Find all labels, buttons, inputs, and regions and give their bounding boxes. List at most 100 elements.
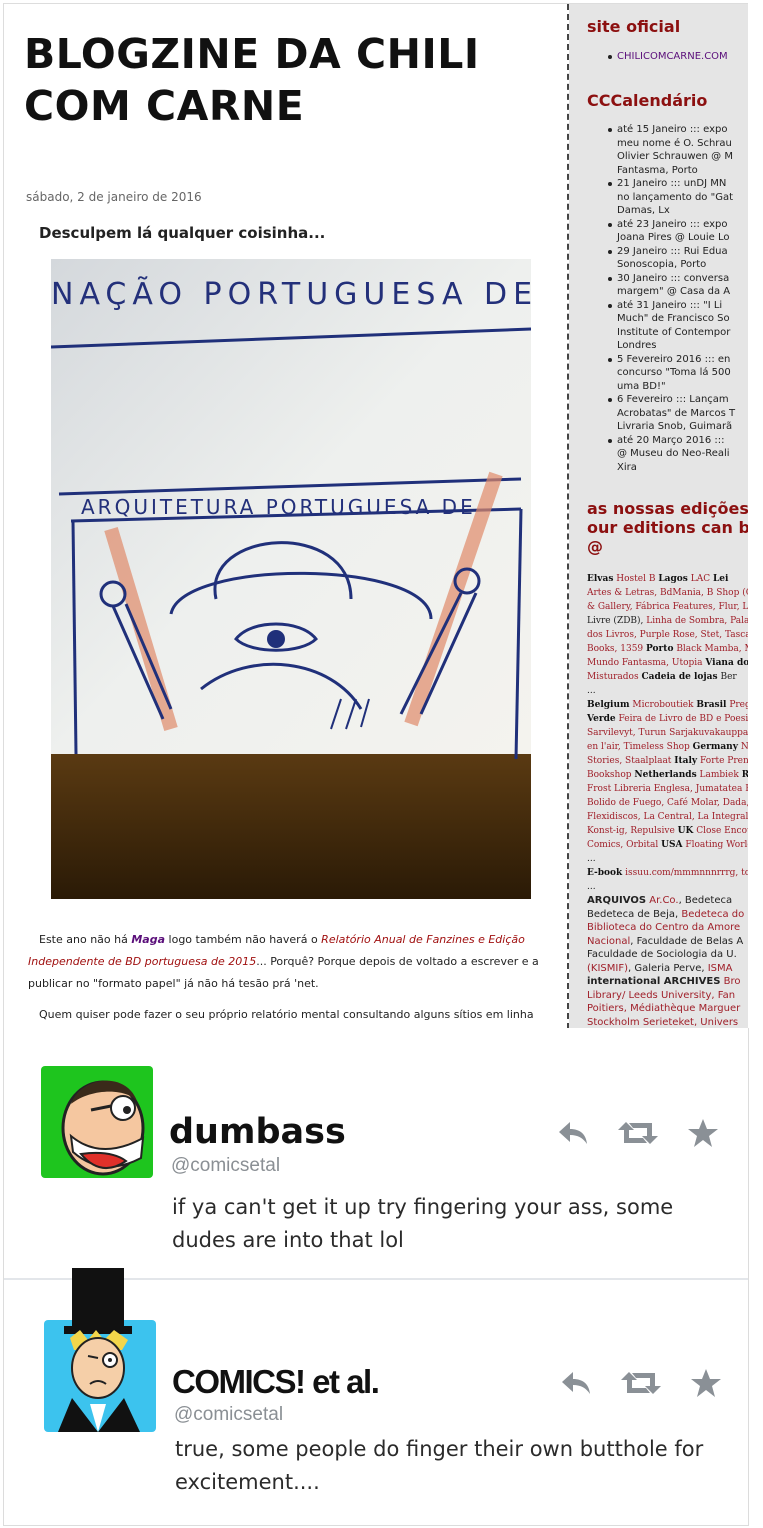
calendar-item[interactable]: 29 Janeiro ::: Rui Edua Sonoscopia, Porto (608, 245, 748, 272)
venue-link[interactable]: Lambiek (697, 770, 742, 780)
shop-line: Bookshop Netherlands Lambiek Ron (587, 768, 748, 782)
calendar-item[interactable]: 30 Janeiro ::: conversa margem" @ Casa da… (608, 272, 748, 299)
archive-line: Faculdade de Sociologia da U. (587, 948, 748, 962)
venue-link[interactable]: Artes & Letras, BdMania, B Shop (CC (587, 588, 748, 598)
reply-icon[interactable] (560, 1370, 592, 1396)
plain-text: Ber (717, 672, 737, 682)
plain-text: , Faculdade de Belas A (630, 935, 744, 947)
retweet-icon[interactable] (620, 1370, 662, 1396)
venue-link[interactable]: Prego (726, 700, 748, 710)
venue-link[interactable]: Feira de Livro de BD e Poesia (616, 714, 748, 724)
blog-screenshot: BLOGZINE DA CHILI COM CARNE sábado, 2 de… (3, 3, 748, 1029)
venue-link[interactable]: en l'air, Timeless Shop (587, 742, 693, 752)
region-label: USA (661, 840, 683, 850)
user-handle[interactable]: @comicsetal (174, 1404, 283, 1426)
region-label: Belgium (587, 700, 630, 710)
venue-link[interactable]: Forte Prenes (697, 756, 748, 766)
plain-text: ... (587, 854, 596, 864)
venue-link[interactable]: Books, 1359 (587, 644, 646, 654)
star-icon[interactable] (687, 1118, 719, 1148)
venue-link[interactable]: Konst-ig, Repulsive (587, 826, 678, 836)
venue-link[interactable]: Bookshop (587, 770, 634, 780)
site-oficial-heading: site oficial (587, 17, 681, 36)
calendar-item[interactable]: 5 Fevereiro 2016 ::: en concurso "Toma lá… (608, 353, 748, 394)
calendar-item[interactable]: até 31 Janeiro ::: "I Li Much" de Francis… (608, 299, 748, 353)
retweet-icon[interactable] (617, 1120, 659, 1146)
calendar-item[interactable]: até 15 Janeiro ::: expo meu nome é O. Sch… (608, 123, 748, 177)
post-title[interactable]: Desculpem lá qualquer coisinha... (39, 224, 325, 242)
venue-link[interactable]: Close Encou (693, 826, 748, 836)
reply-icon[interactable] (557, 1120, 589, 1146)
venue-link[interactable]: Ar.Co. (646, 895, 678, 906)
venue-link[interactable]: Nacional (587, 936, 630, 947)
venue-link[interactable]: Bedeteca do (681, 909, 744, 920)
star-icon[interactable] (690, 1368, 722, 1398)
tweet-2: COMICS! et al. @comicsetal true, some pe… (4, 1268, 748, 1525)
tweet-thread: dumbass @comicsetal if ya can't get it u… (3, 1028, 749, 1526)
region-label: Lagos (658, 574, 688, 584)
calendar-item[interactable]: até 23 Janeiro ::: expo Joana Pires @ Lou… (608, 218, 748, 245)
avatar[interactable] (41, 1066, 153, 1178)
tweet-actions (560, 1368, 722, 1398)
venue-link[interactable]: Microboutiek (630, 700, 697, 710)
venue-link[interactable]: (KISMIF) (587, 963, 628, 974)
calendar-item[interactable]: 21 Janeiro ::: unDJ MN no lançamento do "… (608, 177, 748, 218)
shop-line: Artes & Letras, BdMania, B Shop (CC (587, 586, 748, 600)
calendar-item[interactable]: até 20 Março 2016 ::: @ Museu do Neo-Real… (608, 434, 748, 475)
venue-link[interactable]: Misturados (587, 672, 641, 682)
archive-line: international ARCHIVES Bro (587, 975, 748, 989)
shop-line: en l'air, Timeless Shop Germany Ne (587, 740, 748, 754)
region-label: E-book (587, 868, 623, 878)
drawing-caption-mid: ARQUITETURA PORTUGUESA DE (81, 495, 476, 519)
venue-link[interactable]: Bro (720, 976, 741, 987)
blog-title[interactable]: BLOGZINE DA CHILI COM CARNE (24, 28, 544, 132)
venue-link[interactable]: issuu.com/mmmnnnrrrg, todo (622, 868, 748, 878)
avatar[interactable] (44, 1268, 156, 1432)
shop-line: Misturados Cadeia de lojas Ber (587, 670, 748, 684)
plain-text: Livre (ZDB), (587, 616, 647, 626)
shop-line: Mundo Fantasma, Utopia Viana do C (587, 656, 748, 670)
archive-line: Stockholm Serieteket, Univers (587, 1016, 748, 1030)
blog-main-column: BLOGZINE DA CHILI COM CARNE sábado, 2 de… (4, 4, 566, 1029)
venue-link[interactable]: Mundo Fantasma, Utopia (587, 658, 705, 668)
shop-line: Elvas Hostel B Lagos LAC Lei (587, 572, 748, 586)
venue-link[interactable]: Library/ Leeds University, Fan (587, 990, 735, 1001)
venue-link[interactable]: Frost Libreria Englesa, Jumatatea Plin (587, 784, 748, 794)
venue-link[interactable]: Stockholm Serieteket, Univers (587, 1017, 738, 1028)
venue-link[interactable]: dos Livros, Purple Rose, Stet, Tasca M (587, 630, 748, 640)
venue-link[interactable]: & Gallery, Fábrica Features, Flur, L (587, 602, 748, 612)
venue-link[interactable]: Black Mamba, Ma (673, 644, 748, 654)
region-label: Elvas (587, 574, 614, 584)
maga-link[interactable]: Maga (131, 933, 165, 946)
region-label: Porto (646, 644, 674, 654)
venue-link[interactable]: Sarvilevyt, Turun Sarjakuvakauppa (587, 728, 748, 738)
venue-link[interactable]: Poitiers, Médiathèque Marguer (587, 1003, 740, 1014)
tweet-1: dumbass @comicsetal if ya can't get it u… (4, 1028, 748, 1278)
venue-link[interactable]: ISMA (708, 963, 733, 974)
calendar-heading: CCCalendário (587, 91, 708, 110)
venue-link[interactable]: Linha de Sombra, Palav (646, 616, 748, 626)
venue-link[interactable]: Ne (738, 742, 748, 752)
venue-link[interactable]: Biblioteca do Centro da Amore (587, 922, 740, 933)
venue-link[interactable]: Flexidiscos, La Central, La Integral, P (587, 812, 748, 822)
venue-link[interactable]: Floating World, (682, 840, 748, 850)
venue-link[interactable]: Bolido de Fuego, Café Molar, Dada, F (587, 798, 748, 808)
archive-line: Nacional, Faculdade de Belas A (587, 935, 748, 949)
plain-text: Faculdade de Sociologia da U. (587, 949, 737, 960)
venue-link[interactable]: Stories, Staalplaat (587, 756, 674, 766)
site-link-item[interactable]: CHILICOMCARNE.COM (608, 50, 748, 64)
venue-link[interactable]: Hostel B (613, 574, 658, 584)
region-label: Verde (587, 714, 616, 724)
calendar-list: até 15 Janeiro ::: expo meu nome é O. Sch… (608, 123, 748, 475)
plain-text: ... (587, 882, 596, 892)
user-handle[interactable]: @comicsetal (171, 1155, 280, 1177)
shop-line: & Gallery, Fábrica Features, Flur, L (587, 600, 748, 614)
tweet-text: true, some people do finger their own bu… (175, 1437, 704, 1494)
display-name[interactable]: COMICS! et al. (172, 1363, 380, 1401)
region-label: Ron (742, 770, 748, 780)
calendar-item[interactable]: 6 Fevereiro ::: Lançam Acrobatas" de Marc… (608, 393, 748, 434)
display-name[interactable]: dumbass (169, 1112, 346, 1152)
shop-line: E-book issuu.com/mmmnnnrrrg, todo (587, 866, 748, 880)
venue-link[interactable]: LAC (688, 574, 713, 584)
venue-link[interactable]: Comics, Orbital (587, 840, 661, 850)
